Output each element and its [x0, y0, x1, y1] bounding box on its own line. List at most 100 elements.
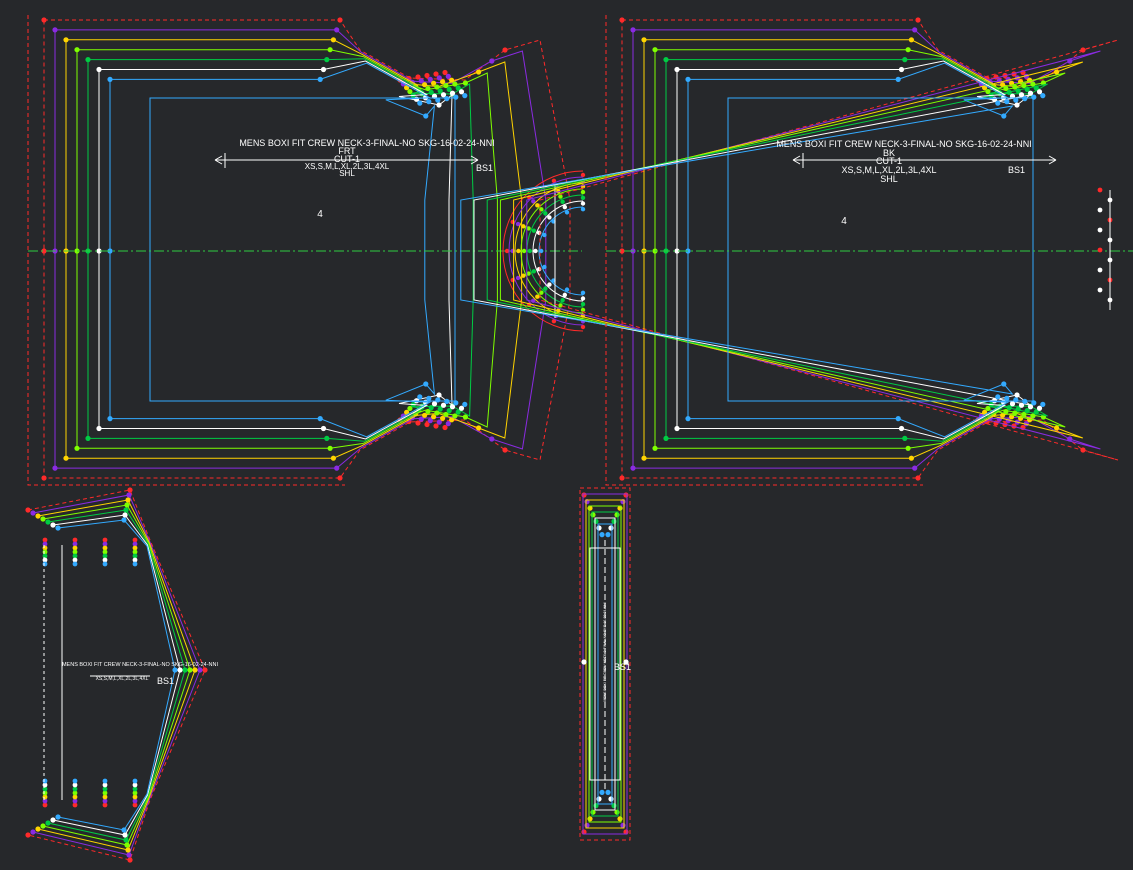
- notch-point: [476, 69, 482, 75]
- rib-title: MENS BOXI FIT CREW NECK-3-FINAL-NO SKG-1…: [603, 602, 607, 701]
- notch-point: [1001, 381, 1007, 387]
- notch-point: [127, 857, 133, 863]
- notch-point: [543, 211, 548, 216]
- notch-point: [476, 425, 482, 431]
- sleeve-piece[interactable]: [25, 487, 208, 863]
- notch-point: [674, 425, 680, 432]
- notch-point: [908, 37, 915, 43]
- notch-point: [1080, 47, 1086, 53]
- notch-point: [417, 100, 423, 106]
- notch-point: [915, 17, 921, 23]
- notch-point: [619, 475, 625, 481]
- notch-point: [197, 667, 203, 673]
- notch-point: [608, 796, 614, 802]
- notch-point: [652, 47, 658, 53]
- notch-point: [41, 17, 47, 23]
- notch-point: [55, 814, 61, 820]
- notch-point: [35, 513, 41, 519]
- notch-point: [102, 561, 108, 567]
- notch-point: [611, 518, 617, 525]
- front-fabric: SHL: [339, 169, 355, 178]
- notch-point: [623, 492, 629, 498]
- notch-point: [41, 475, 47, 481]
- notch-point: [641, 37, 647, 43]
- grain-arrow-head: [214, 155, 223, 161]
- notch-point: [462, 401, 468, 407]
- back-block: BS1: [1008, 165, 1025, 175]
- sleeve-size-outline: [47, 509, 186, 841]
- notch-point: [547, 215, 552, 220]
- notch-point: [1097, 287, 1103, 293]
- notch-point: [630, 27, 636, 33]
- notch-point: [327, 47, 333, 53]
- notch-point: [42, 561, 48, 567]
- notch-point: [912, 465, 918, 471]
- grain-arrow-head: [792, 159, 801, 165]
- notch-point: [426, 99, 432, 105]
- notch-point: [107, 416, 113, 422]
- front-count: 4: [317, 209, 323, 220]
- notch-point: [124, 502, 130, 508]
- notch-point: [905, 47, 911, 53]
- notch-point: [35, 826, 41, 832]
- notch-point: [580, 201, 586, 206]
- notch-point: [25, 507, 31, 513]
- notch-point: [1097, 227, 1103, 233]
- pattern-canvas[interactable]: MENS BOXI FIT CREW NECK-3-FINAL-NO SKG-1…: [0, 0, 1133, 870]
- notch-point: [521, 248, 527, 254]
- notch-point: [334, 465, 340, 471]
- notch-point: [614, 512, 620, 518]
- notch-point: [599, 532, 605, 538]
- notch-point: [85, 57, 91, 63]
- notch-point: [581, 659, 587, 665]
- notch-point: [1040, 93, 1046, 99]
- notch-point: [1040, 401, 1046, 407]
- notch-point: [587, 816, 593, 822]
- front-title: MENS BOXI FIT CREW NECK-3-FINAL-NO SKG-1…: [239, 138, 494, 148]
- notch-point: [72, 561, 78, 567]
- notch-point: [1001, 113, 1007, 119]
- notch-point: [620, 822, 626, 829]
- notch-point: [107, 76, 113, 82]
- notch-point: [327, 445, 333, 451]
- notch-point: [63, 37, 69, 43]
- notch-point: [560, 297, 565, 303]
- notch-point: [593, 518, 599, 525]
- notch-point: [531, 228, 537, 233]
- back-piece[interactable]: [460, 15, 1133, 486]
- notch-point: [908, 455, 915, 461]
- notch-point: [558, 303, 563, 308]
- size-outline: [87, 58, 474, 442]
- front-piece[interactable]: [27, 15, 586, 486]
- notch-point: [510, 248, 515, 254]
- notch-point: [1013, 397, 1019, 403]
- notch-point: [330, 455, 336, 461]
- notch-point: [674, 66, 680, 73]
- back-count: 4: [841, 216, 847, 227]
- notch-point: [619, 17, 625, 23]
- back-title: MENS BOXI FIT CREW NECK-3-FINAL-NO SKG-1…: [776, 139, 1031, 149]
- grain-arrow-head: [214, 159, 223, 165]
- notch-point: [542, 232, 547, 238]
- notch-point: [436, 392, 442, 398]
- notch-point: [124, 842, 130, 848]
- notch-point: [617, 816, 623, 822]
- notch-point: [1031, 94, 1037, 100]
- notch-point: [324, 57, 330, 63]
- notch-point: [895, 416, 901, 422]
- notch-point: [317, 76, 323, 82]
- notch-point: [25, 832, 31, 838]
- notch-point: [462, 93, 468, 99]
- notch-point: [902, 435, 908, 441]
- notch-point: [320, 66, 327, 73]
- notch-point: [202, 667, 208, 673]
- notch-point: [1014, 102, 1020, 108]
- notch-point: [121, 517, 127, 523]
- notch-point: [127, 487, 133, 493]
- sleeve-size-outline: [42, 504, 191, 846]
- notch-point: [317, 416, 323, 422]
- notch-point: [423, 113, 429, 119]
- notch-point: [1067, 58, 1073, 64]
- notch-point: [590, 512, 596, 518]
- notch-point: [1097, 207, 1103, 213]
